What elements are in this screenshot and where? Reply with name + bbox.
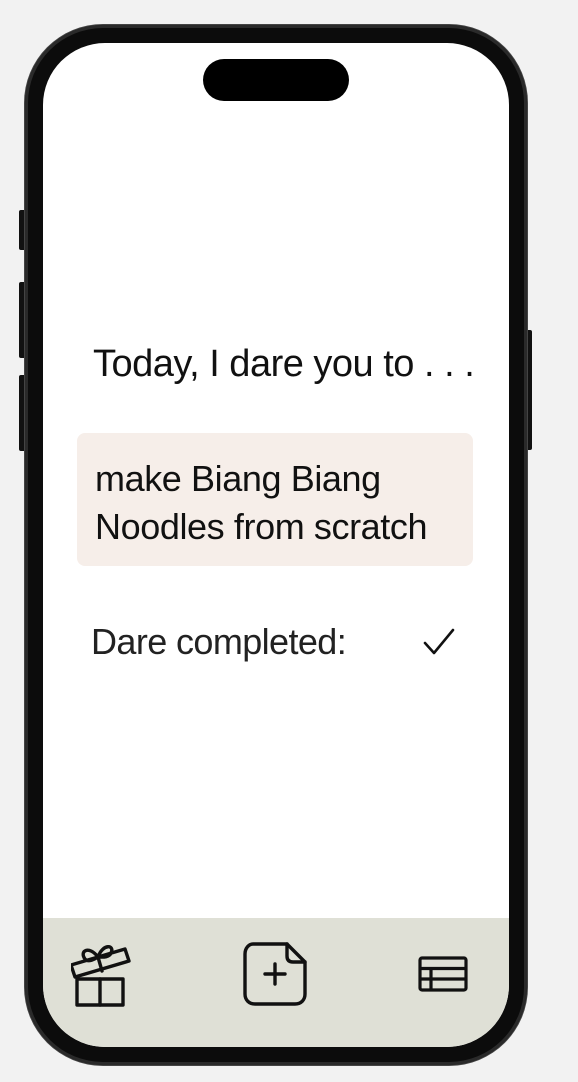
dare-completed-checkbox[interactable] — [417, 620, 461, 664]
screen: Today, I dare you to . . . make Biang Bi… — [43, 43, 509, 1047]
list-icon — [418, 956, 468, 992]
phone-frame: Today, I dare you to . . . make Biang Bi… — [25, 25, 527, 1065]
add-document-icon — [243, 942, 307, 1006]
dynamic-island — [203, 59, 349, 101]
dare-completed-row: Dare completed: — [91, 618, 461, 666]
dare-text: make Biang Biang Noodles from scratch — [95, 458, 428, 547]
dare-prompt: Today, I dare you to . . . — [93, 343, 475, 385]
checkmark-icon — [423, 628, 455, 655]
tab-gift[interactable] — [67, 938, 139, 1010]
dare-card: make Biang Biang Noodles from scratch — [77, 433, 473, 566]
tab-bar — [43, 918, 509, 1047]
tab-list[interactable] — [407, 938, 479, 1010]
tab-add-dare[interactable] — [239, 938, 311, 1010]
gift-icon — [71, 945, 131, 1007]
stage: Today, I dare you to . . . make Biang Bi… — [0, 0, 578, 1082]
dare-completed-label: Dare completed: — [91, 621, 347, 662]
